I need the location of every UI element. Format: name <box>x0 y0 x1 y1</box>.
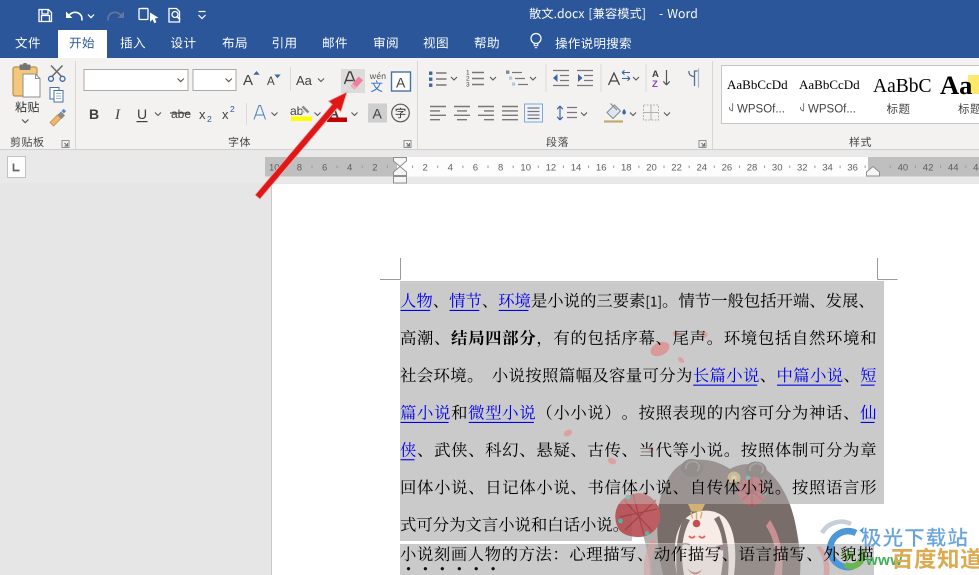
svg-text:10: 10 <box>520 163 531 174</box>
svg-text:8: 8 <box>297 163 302 174</box>
svg-text:22: 22 <box>671 163 682 174</box>
svg-text:AaBbCcDd: AaBbCcDd <box>727 77 788 92</box>
svg-text:B: B <box>89 106 99 122</box>
svg-text:4: 4 <box>448 163 453 174</box>
svg-text:Aa: Aa <box>940 70 972 100</box>
svg-text:26: 26 <box>722 163 733 174</box>
svg-text:4: 4 <box>347 163 352 174</box>
svg-text:8: 8 <box>498 163 503 174</box>
svg-text:34: 34 <box>822 163 833 174</box>
svg-text:2: 2 <box>372 163 377 174</box>
svg-text:x: x <box>199 107 206 122</box>
svg-text:24: 24 <box>697 163 708 174</box>
svg-text:3: 3 <box>466 82 470 89</box>
svg-text:28: 28 <box>747 163 758 174</box>
svg-text:U: U <box>137 106 147 122</box>
svg-text:A: A <box>267 76 275 88</box>
svg-text:20: 20 <box>646 163 657 174</box>
svg-text:WPSOf...: WPSOf... <box>808 104 856 116</box>
svg-text:6: 6 <box>322 163 327 174</box>
svg-text:2: 2 <box>230 104 235 114</box>
svg-text:2: 2 <box>207 114 212 124</box>
svg-text:AaBbC: AaBbC <box>873 76 932 97</box>
svg-text:40: 40 <box>898 163 909 174</box>
svg-text:18: 18 <box>621 163 632 174</box>
svg-text:16: 16 <box>596 163 607 174</box>
svg-text:WPSOf...: WPSOf... <box>737 104 785 116</box>
svg-text:6: 6 <box>473 163 478 174</box>
svg-text:2: 2 <box>422 163 427 174</box>
svg-text:42: 42 <box>923 163 934 174</box>
svg-text:36: 36 <box>847 163 858 174</box>
svg-text:12: 12 <box>546 163 557 174</box>
svg-text:x: x <box>222 107 229 122</box>
svg-text:30: 30 <box>772 163 783 174</box>
svg-text:46: 46 <box>973 163 979 174</box>
svg-text:A: A <box>396 75 406 91</box>
svg-text:A: A <box>243 72 253 89</box>
svg-text:abe: abe <box>171 107 191 121</box>
svg-text:14: 14 <box>571 163 582 174</box>
svg-text:44: 44 <box>948 163 959 174</box>
svg-text:A: A <box>373 106 383 122</box>
svg-text:Z: Z <box>652 79 658 90</box>
svg-text:I: I <box>114 107 121 123</box>
svg-text:32: 32 <box>797 163 808 174</box>
svg-text:Aa: Aa <box>296 73 313 88</box>
svg-text:AaBbCcDd: AaBbCcDd <box>799 77 860 92</box>
